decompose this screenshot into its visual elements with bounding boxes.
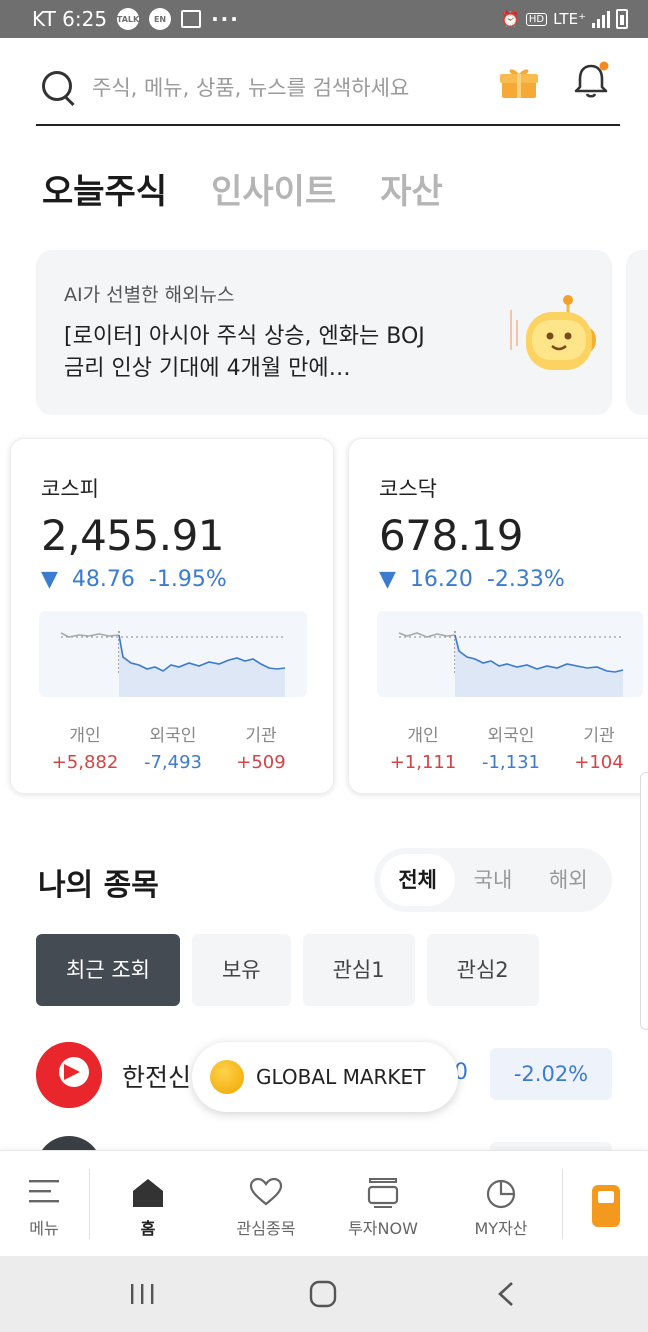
back-icon[interactable] (494, 1280, 518, 1308)
news-headline: [로이터] 아시아 주식 상승, 엔화는 BOJ 금리 인상 기대에 4개월 만… (64, 324, 425, 381)
flow-institution: 기관 +104 (574, 726, 624, 773)
nav-divider (562, 1169, 563, 1239)
index-value: 2,455.91 (41, 511, 225, 560)
nav-divider (89, 1169, 90, 1239)
investor-flows: 개인 +1,111 외국인 -1,131 기관 +104 (379, 721, 643, 773)
bell-icon[interactable] (572, 60, 610, 100)
my-stocks-title: 나의 종목 (38, 868, 159, 903)
chip-watchlist-1[interactable]: 관심1 (302, 934, 415, 1006)
chip-watchlist-2[interactable]: 관심2 (426, 934, 539, 1006)
pie-chart-icon (486, 1179, 516, 1209)
robot-mascot-icon (510, 295, 596, 370)
search-bar[interactable] (36, 52, 620, 126)
nav-my-assets[interactable]: MY자산 (444, 1151, 558, 1257)
index-change-points: 48.76 (71, 567, 135, 592)
gallery-icon (181, 10, 202, 28)
index-change-rate: -2.33% (486, 567, 565, 592)
hd-badge: HD (525, 12, 548, 26)
stock-change-rate: -2.02% (490, 1048, 612, 1100)
flow-institution: 기관 +509 (236, 726, 286, 773)
investor-flows: 개인 +5,882 외국인 -7,493 기관 +509 (41, 721, 305, 773)
stock-name: 한전신 (122, 1063, 192, 1092)
recent-apps-icon[interactable] (128, 1280, 156, 1308)
tv-icon (367, 1178, 399, 1208)
next-news-card-peek[interactable] (626, 250, 648, 415)
signal-icon (592, 10, 610, 28)
index-change-rate: -1.95% (148, 567, 227, 592)
segment-all[interactable]: 전체 (380, 854, 456, 906)
tab-insight[interactable]: 인사이트 (211, 164, 336, 213)
heart-icon (249, 1177, 283, 1206)
down-arrow-icon: ▼ (379, 567, 396, 592)
ai-news-card[interactable]: AI가 선별한 해외뉴스 [로이터] 아시아 주식 상승, 엔화는 BOJ 금리… (36, 250, 612, 415)
talk-icon: TALK (117, 8, 139, 30)
coin-icon (210, 1060, 244, 1094)
index-value: 678.19 (379, 511, 523, 560)
shield-icon: EN (149, 8, 172, 30)
system-navigation-bar (0, 1256, 648, 1332)
battery-icon (616, 9, 628, 29)
segment-overseas[interactable]: 해외 (531, 854, 606, 906)
global-market-button[interactable]: GLOBAL MARKET (192, 1042, 458, 1112)
flow-foreign: 외국인 -1,131 (481, 726, 541, 773)
tab-assets[interactable]: 자산 (380, 164, 443, 213)
chip-recent[interactable]: 최근 조회 (36, 934, 180, 1006)
status-bar: KT 6:25 TALK EN ··· ⏰ HD LTE⁺ (0, 0, 648, 38)
tab-today-stocks[interactable]: 오늘주식 (42, 164, 167, 213)
alarm-icon: ⏰ (501, 10, 520, 28)
side-panel-handle[interactable] (640, 772, 648, 1030)
stock-logo (36, 1042, 102, 1108)
flow-individual: 개인 +1,111 (389, 726, 457, 773)
home-icon (133, 1179, 163, 1207)
nav-home[interactable]: 홈 (92, 1151, 204, 1257)
flow-individual: 개인 +5,882 (51, 726, 119, 773)
kospi-card[interactable]: 코스피 2,455.91 ▼ 48.76 -1.95% 개인 +5,882 외국… (10, 438, 334, 794)
network-type: LTE⁺ (553, 10, 586, 28)
main-tabs: 오늘주식 인사이트 자산 (42, 164, 443, 213)
index-name: 코스피 (41, 477, 99, 501)
stock-list-chips: 최근 조회 보유 관심1 관심2 (36, 934, 539, 1006)
more-notifications: ··· (211, 7, 240, 31)
flow-foreign: 외국인 -7,493 (143, 726, 203, 773)
search-icon[interactable] (40, 69, 78, 107)
market-segment-control: 전체 국내 해외 (374, 848, 612, 912)
search-input[interactable] (92, 76, 472, 100)
down-arrow-icon: ▼ (41, 567, 58, 592)
chip-holdings[interactable]: 보유 (191, 934, 291, 1006)
menu-icon (29, 1180, 59, 1203)
nav-menu[interactable]: 메뉴 (0, 1151, 88, 1257)
nav-invest-now[interactable]: 투자NOW (326, 1151, 440, 1257)
carrier-time: KT 6:25 (32, 7, 108, 31)
index-change: ▼ 48.76 -1.95% (41, 567, 227, 592)
home-circle-icon[interactable] (308, 1280, 338, 1308)
mobile-app-icon[interactable] (592, 1185, 620, 1227)
index-name: 코스닥 (379, 477, 437, 501)
bottom-navigation: 메뉴 홈 관심종목 투자NOW MY자산 (0, 1150, 648, 1256)
gift-icon[interactable] (500, 66, 538, 100)
nav-watchlist[interactable]: 관심종목 (208, 1151, 324, 1257)
index-change: ▼ 16.20 -2.33% (379, 567, 565, 592)
index-sparkline (39, 611, 307, 697)
segment-domestic[interactable]: 국내 (455, 854, 530, 906)
index-change-points: 16.20 (409, 567, 473, 592)
kosdaq-card[interactable]: 코스닥 678.19 ▼ 16.20 -2.33% 개인 +1,111 외국인 … (348, 438, 648, 794)
index-sparkline (377, 611, 643, 697)
global-market-label: GLOBAL MARKET (256, 1065, 426, 1089)
